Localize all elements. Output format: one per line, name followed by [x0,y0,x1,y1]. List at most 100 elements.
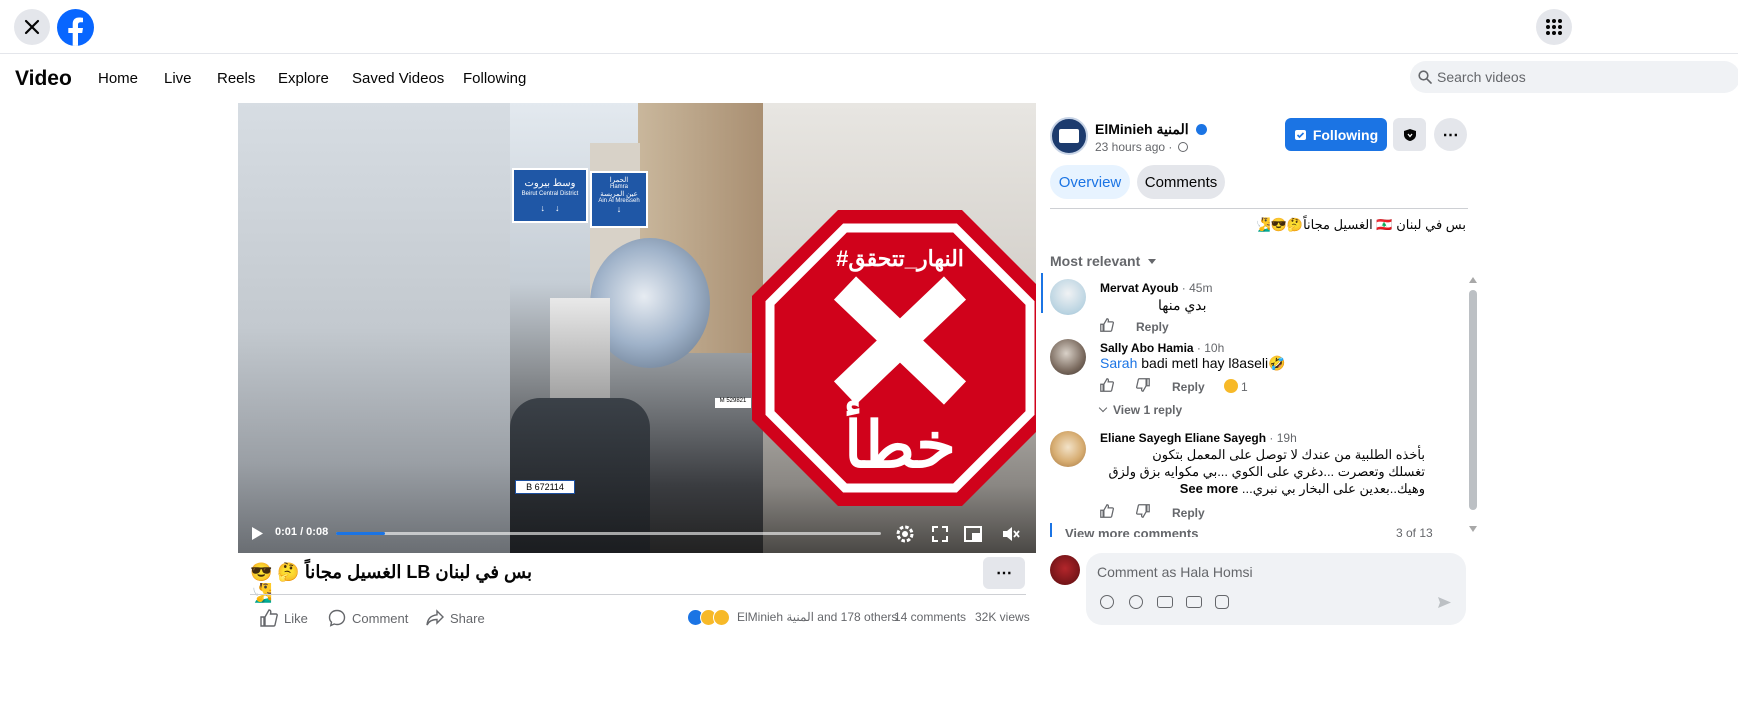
share-label: Share [450,610,485,626]
divider [1050,208,1468,209]
video-progress[interactable] [336,532,881,535]
scroll-indicator [1050,523,1052,537]
sign-left-ar: وسط بيروت [524,178,576,189]
view-more-comments[interactable]: View more comments [1065,526,1198,537]
see-more-button[interactable]: See more [1180,481,1239,496]
page-name-text[interactable]: ElMinieh المنية [1095,121,1189,137]
tab-reels[interactable]: Reels [217,70,255,87]
avatar[interactable] [1050,431,1086,467]
miniplayer-icon[interactable] [964,526,982,542]
share-button[interactable]: Share [426,609,485,627]
comments-scrollbar[interactable] [1468,277,1478,532]
post-actions: Like Comment Share ElMinieh المنية and 1… [238,602,1036,632]
apps-menu-button[interactable] [1536,9,1572,45]
view-replies-button[interactable]: View 1 reply [1098,403,1183,417]
like-icon[interactable] [1100,504,1114,518]
view-more-strip: View more comments 3 of 13 [1050,523,1460,537]
send-icon[interactable] [1437,596,1452,609]
comment-author[interactable]: Eliane Sayegh Eliane Sayegh · 19h [1100,431,1297,445]
page-avatar[interactable] [1050,117,1088,155]
author-name[interactable]: Sally Abo Hamia [1100,341,1194,355]
close-button[interactable] [14,9,50,45]
user-avatar[interactable] [1050,555,1080,585]
comment-composer[interactable]: Comment as Hala Homsi [1086,553,1466,625]
following-label: Following [1312,126,1379,143]
comment-input[interactable]: Comment as Hala Homsi [1097,564,1253,580]
search-input[interactable]: Search videos [1437,69,1526,85]
search-icon [1418,70,1432,84]
comment-text: بدي منها [1158,297,1207,313]
sort-dropdown[interactable]: Most relevant [1050,253,1157,269]
reactions-text[interactable]: ElMinieh المنية and 178 others [737,610,897,624]
reply-button[interactable]: Reply [1172,506,1205,520]
sign-right-ar: الحمرا [609,177,629,184]
tab-following[interactable]: Following [463,70,526,87]
avatar[interactable] [1050,339,1086,375]
gif-icon[interactable] [1186,596,1202,608]
comment-author[interactable]: Mervat Ayoub · 45m [1100,281,1212,295]
reaction-icons[interactable] [687,609,737,626]
comment-time[interactable]: · 10h [1194,341,1224,355]
comment-time[interactable]: · 19h [1266,431,1296,445]
avatar-sticker-icon[interactable] [1100,595,1114,609]
scroll-thumb[interactable] [1469,290,1477,510]
facebook-logo-icon [68,17,83,46]
mute-icon[interactable] [1002,526,1020,542]
dislike-icon[interactable] [1136,378,1150,392]
reply-button[interactable]: Reply [1136,320,1169,334]
scroll-up-arrow[interactable] [1469,277,1477,283]
comment-time[interactable]: · 45m [1178,281,1213,295]
shield-icon [1403,128,1416,141]
like-icon[interactable] [1100,318,1114,332]
post-time-text[interactable]: 23 hours ago · [1095,140,1172,154]
facebook-logo[interactable] [57,9,94,46]
scroll-down-arrow[interactable] [1469,526,1477,532]
search-box[interactable]: Search videos [1410,61,1738,93]
following-button[interactable]: Following [1285,118,1387,151]
comment-label: Comment [352,610,409,626]
comment-button[interactable]: Comment [328,609,408,627]
arrows: ↓ ↓ [540,203,560,213]
page-more-button[interactable]: ⋯ [1434,118,1467,151]
settings-icon[interactable] [895,524,915,544]
tab-live[interactable]: Live [164,70,192,87]
sign-left-en: Beirut Central District [521,191,579,197]
more-options-button[interactable]: ⋯ [983,557,1025,589]
divider [250,594,1026,595]
reaction-count[interactable]: 1 [1241,380,1248,394]
fullscreen-icon[interactable] [932,526,948,542]
author-name[interactable]: Eliane Sayegh Eliane Sayegh [1100,431,1266,445]
emoji-icon[interactable] [1129,595,1143,609]
top-bar [0,0,1738,54]
tab-comments[interactable]: Comments [1137,165,1225,199]
page-name[interactable]: ElMinieh المنية [1095,121,1207,138]
haha-reaction-icon[interactable] [1224,379,1238,393]
post-time: 23 hours ago · [1095,140,1188,154]
comment-body: badi metl hay l8aseli🤣 [1137,355,1286,371]
tab-explore[interactable]: Explore [278,70,329,87]
author-name[interactable]: Mervat Ayoub [1100,281,1178,295]
comment-line-1: بأخذه الطلبية من عندك لا توصل على المعمل… [1152,447,1425,462]
comments-page-count: 3 of 13 [1396,526,1433,537]
mention-link[interactable]: Sarah [1100,355,1137,371]
like-button[interactable]: Like [260,609,308,627]
avatar[interactable] [1050,279,1086,315]
caret-down-icon [1148,259,1157,264]
side-panel: ElMinieh المنية 23 hours ago · Following… [1036,103,1486,703]
save-button[interactable] [1393,118,1426,151]
play-icon[interactable] [251,526,264,541]
views-count: 32K views [975,610,1030,624]
view-replies-label: View 1 reply [1113,403,1183,417]
tab-overview[interactable]: Overview [1050,165,1130,199]
comments-count[interactable]: 14 comments [894,610,966,624]
tab-home[interactable]: Home [98,70,138,87]
dislike-icon[interactable] [1136,504,1150,518]
video-player[interactable]: وسط بيروت Beirut Central District ↓ ↓ ال… [238,103,1036,553]
like-icon[interactable] [1100,378,1114,392]
comment-item: Sally Abo Hamia · 10h Sarah badi metl ha… [1050,337,1460,422]
camera-icon[interactable] [1157,596,1173,608]
tab-saved-videos[interactable]: Saved Videos [352,70,444,87]
sticker-icon[interactable] [1215,595,1229,609]
comment-author[interactable]: Sally Abo Hamia · 10h [1100,341,1224,355]
reply-button[interactable]: Reply [1172,380,1205,394]
